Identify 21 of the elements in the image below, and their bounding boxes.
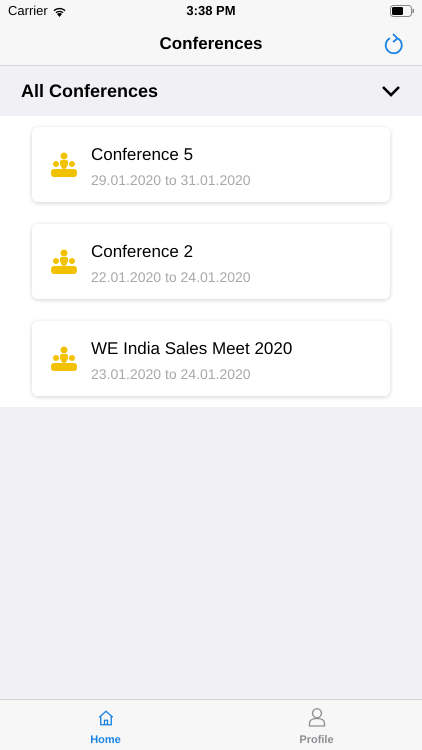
conference-dates: 29.01.2020 to 31.01.2020 — [91, 172, 251, 188]
audience-icon — [50, 248, 78, 274]
audience-icon — [50, 346, 78, 372]
conference-name: Conference 5 — [91, 144, 194, 164]
conference-dates: 23.01.2020 to 24.01.2020 — [91, 366, 252, 382]
audience-icon — [50, 152, 78, 178]
section-title: All Conferences — [21, 80, 158, 102]
conference-card[interactable]: Conference 5 29.01.2020 to 31.01.2020 — [32, 127, 390, 202]
battery-icon — [390, 5, 414, 17]
wifi-icon — [52, 6, 67, 16]
conference-name: Conference 2 — [91, 242, 194, 262]
conference-card[interactable]: WE India Sales Meet 2020 23.01.2020 to 24.01.2020 — [32, 321, 390, 396]
conference-dates: 22.01.2020 to 24.01.2020 — [91, 268, 251, 286]
conference-name: WE India Sales Meet 2020 — [91, 338, 292, 358]
clock-time: 3:38 PM — [186, 2, 236, 20]
screen-title: Conferences — [160, 32, 262, 55]
person-icon — [308, 706, 326, 726]
carrier-label: Carrier — [8, 2, 48, 20]
home-icon — [96, 708, 114, 726]
conference-card[interactable]: Conference 2 22.01.2020 to 24.01.2020 — [32, 224, 390, 299]
tab-item[interactable]: Home — [0, 700, 211, 750]
